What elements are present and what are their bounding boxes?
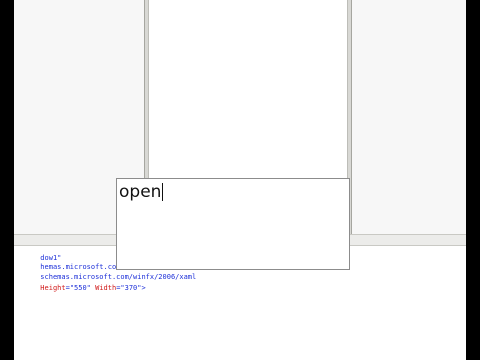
xaml-attribute-value: "370" [120,284,142,292]
xaml-attribute-value: "550" [69,284,91,292]
typed-text: open [119,182,162,202]
text-caret [162,183,163,201]
xaml-tag-close: > [141,284,146,292]
xaml-attribute-name: Width [95,284,117,292]
visual-studio-xaml-designer: dow1" hemas.microsoft.com/wi schemas.mic… [14,0,466,360]
xaml-attribute-name: Height [40,284,66,292]
typed-text-overlay[interactable]: open [116,178,350,270]
xaml-line-4: Height="550" Width="370"> [15,276,146,300]
